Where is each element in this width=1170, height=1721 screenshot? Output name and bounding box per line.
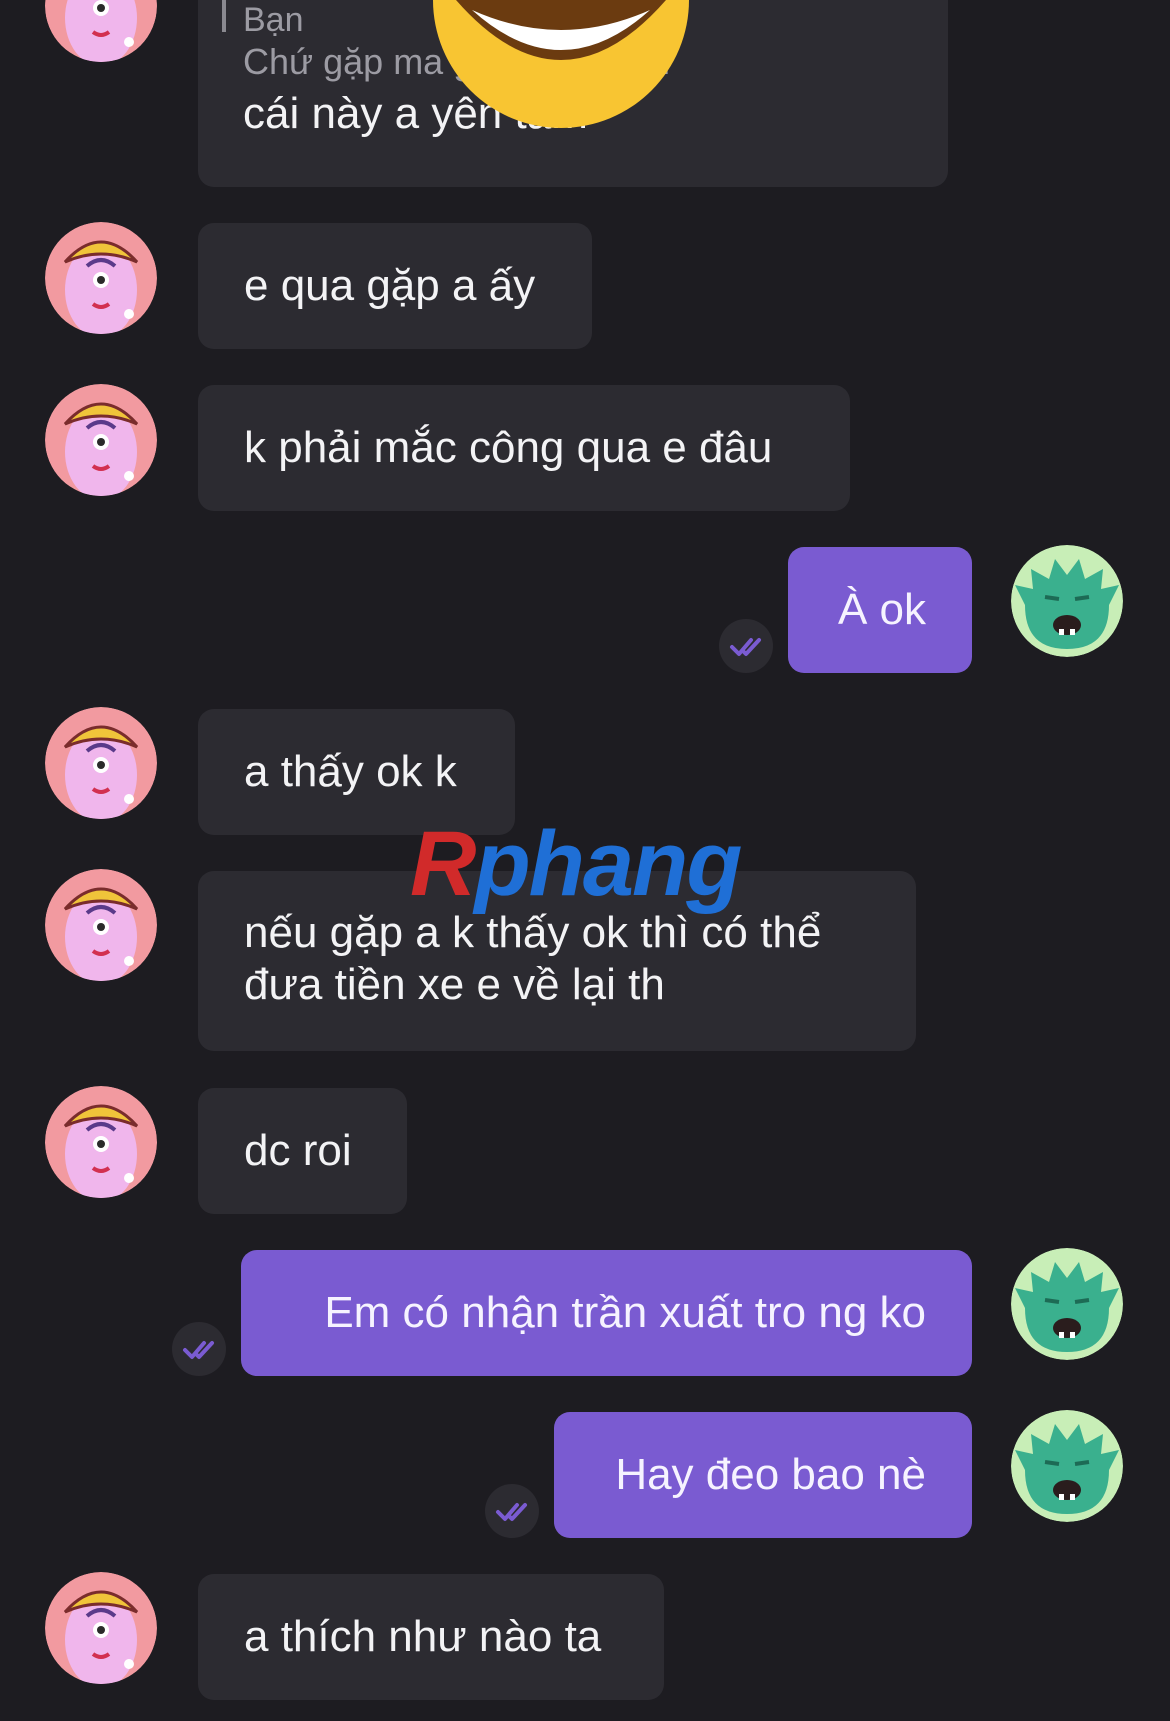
pink-monster-avatar-icon (45, 384, 157, 496)
message-text: À ok (837, 585, 926, 634)
pink-monster-avatar-icon (45, 0, 157, 62)
sender-avatar[interactable] (45, 1572, 157, 1684)
pink-monster-avatar-icon (45, 1086, 157, 1198)
double-check-icon (730, 638, 761, 656)
watermark-logo: Rphang (410, 812, 742, 917)
message-text: e qua gặp a ấy (244, 261, 536, 310)
message-text: a thấy ok k (244, 747, 457, 796)
sender-avatar[interactable] (45, 222, 157, 334)
quote-bar (222, 0, 226, 32)
sender-avatar[interactable] (45, 1086, 157, 1198)
read-receipt (485, 1484, 539, 1538)
pink-monster-avatar-icon (45, 222, 157, 334)
my-avatar[interactable] (1011, 1410, 1123, 1522)
message-text: nếu gặp a k thấy ok thì có thể đưa tiền … (244, 908, 822, 1009)
outgoing-message-bubble[interactable]: Hay đeo bao nè (554, 1412, 972, 1538)
message-text: Hay đeo bao nè (615, 1450, 926, 1499)
incoming-message-bubble[interactable]: e qua gặp a ấy (198, 223, 592, 349)
pink-monster-avatar-icon (45, 1572, 157, 1684)
sender-avatar[interactable] (45, 384, 157, 496)
sender-avatar[interactable] (45, 0, 157, 62)
message-text: a thích như nào ta (244, 1612, 602, 1661)
double-check-icon (496, 1503, 527, 1521)
green-monster-avatar-icon (1011, 1248, 1123, 1360)
read-receipt (719, 619, 773, 673)
sender-avatar[interactable] (45, 869, 157, 981)
my-avatar[interactable] (1011, 545, 1123, 657)
sender-avatar[interactable] (45, 707, 157, 819)
pink-monster-avatar-icon (45, 869, 157, 981)
message-text: dc roi (244, 1126, 352, 1175)
grinning-emoji-sticker (433, 0, 689, 128)
incoming-message-bubble[interactable]: a thích như nào ta (198, 1574, 664, 1700)
watermark-part1: R (410, 813, 476, 915)
message-text: k phải mắc công qua e đâu (244, 423, 773, 472)
green-monster-avatar-icon (1011, 1410, 1123, 1522)
outgoing-message-bubble[interactable]: Em có nhận trần xuất tro ng ko (241, 1250, 972, 1376)
incoming-message-bubble[interactable]: dc roi (198, 1088, 407, 1214)
outgoing-message-bubble[interactable]: À ok (788, 547, 972, 673)
read-receipt (172, 1322, 226, 1376)
pink-monster-avatar-icon (45, 707, 157, 819)
my-avatar[interactable] (1011, 1248, 1123, 1360)
incoming-message-bubble[interactable]: k phải mắc công qua e đâu (198, 385, 850, 511)
double-check-icon (183, 1341, 214, 1359)
message-text: Em có nhận trần xuất tro ng ko (324, 1288, 926, 1337)
green-monster-avatar-icon (1011, 545, 1123, 657)
watermark-part2: phang (474, 813, 742, 915)
